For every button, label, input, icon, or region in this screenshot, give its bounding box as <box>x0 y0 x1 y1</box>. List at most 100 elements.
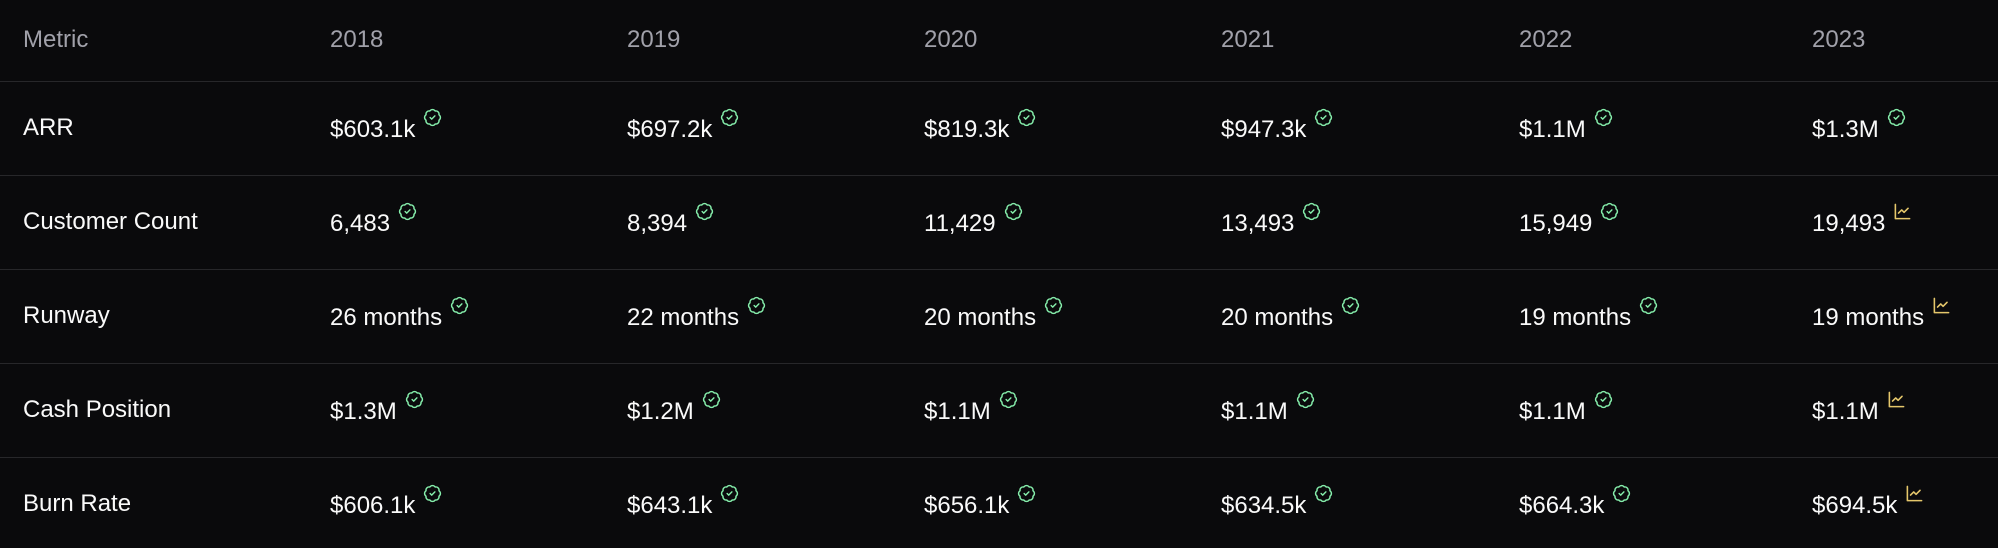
metric-cell: $819.3k <box>901 81 1198 175</box>
cell-value: $1.3M <box>330 398 397 425</box>
cell-value: 11,429 <box>924 210 996 237</box>
cell-content: 8,394 <box>627 202 714 238</box>
verified-check-icon <box>999 390 1018 409</box>
cell-content: $819.3k <box>924 108 1036 144</box>
cell-value: 6,483 <box>330 210 391 237</box>
verified-check-icon <box>747 296 766 315</box>
cell-value: $947.3k <box>1221 116 1307 143</box>
metric-cell: $1.1M <box>1496 363 1789 457</box>
metric-cell: 20 months <box>901 269 1198 363</box>
verified-check-icon <box>720 108 739 127</box>
verified-check-icon <box>1044 296 1063 315</box>
table-row[interactable]: Runway 26 months 22 months 20 months 20 mont… <box>0 269 1998 363</box>
cell-content: $1.1M <box>1519 390 1613 426</box>
cell-content: 20 months <box>1221 296 1360 332</box>
verified-check-icon <box>695 202 714 221</box>
metric-cell: $694.5k <box>1789 457 1998 548</box>
column-header-2022[interactable]: 2022 <box>1496 0 1789 82</box>
metric-label: Cash Position <box>23 396 172 423</box>
cell-content: $603.1k <box>330 108 442 144</box>
verified-check-icon <box>1600 202 1619 221</box>
cell-content: $1.1M <box>924 390 1018 426</box>
cell-value: $1.2M <box>627 398 694 425</box>
metric-cell: $1.3M <box>307 363 604 457</box>
verified-check-icon <box>423 484 442 503</box>
cell-value: $603.1k <box>330 116 416 143</box>
cell-value: $694.5k <box>1812 492 1898 520</box>
line-chart-icon <box>1905 484 1924 503</box>
metric-label: Runway <box>23 302 110 329</box>
verified-check-icon <box>1302 202 1321 221</box>
table-row[interactable]: Customer Count 6,483 8,394 11,429 13,493 15,9… <box>0 175 1998 269</box>
line-chart-icon <box>1893 202 1912 221</box>
cell-value: 19,493 <box>1812 210 1886 237</box>
verified-check-icon <box>1017 108 1036 127</box>
cell-content: $947.3k <box>1221 108 1333 144</box>
cell-value: $1.1M <box>1221 398 1288 425</box>
metric-cell: 22 months <box>604 269 901 363</box>
cell-content: $656.1k <box>924 485 1036 520</box>
metric-cell: 8,394 <box>604 175 901 269</box>
verified-check-icon <box>1341 296 1360 315</box>
column-header-2021[interactable]: 2021 <box>1198 0 1496 82</box>
column-header-2020[interactable]: 2020 <box>901 0 1198 82</box>
cell-value: $1.1M <box>1519 398 1586 425</box>
table-row[interactable]: Burn Rate $606.1k $643.1k $656.1k $634.5k $66… <box>0 457 1998 548</box>
metric-cell: $947.3k <box>1198 81 1496 175</box>
cell-value: 20 months <box>924 304 1037 331</box>
cell-content: $1.3M <box>1812 108 1906 144</box>
cell-content: $606.1k <box>330 485 442 520</box>
metric-cell: 20 months <box>1198 269 1496 363</box>
verified-check-icon <box>1612 484 1631 503</box>
table-row[interactable]: Cash Position $1.3M $1.2M $1.1M $1.1M $1.1M $1… <box>0 363 1998 457</box>
table-row[interactable]: ARR $603.1k $697.2k $819.3k $947.3k $1.1M $1.3… <box>0 81 1998 175</box>
cell-value: 22 months <box>627 304 740 331</box>
cell-value: $1.1M <box>924 398 991 425</box>
verified-check-icon <box>405 390 424 409</box>
verified-check-icon <box>1314 484 1333 503</box>
cell-content: 11,429 <box>924 202 1023 238</box>
cell-value: $819.3k <box>924 116 1010 143</box>
metric-label: Customer Count <box>23 208 198 235</box>
cell-value: 19 months <box>1519 304 1632 331</box>
column-header-metric[interactable]: Metric <box>0 0 307 82</box>
cell-content: 13,493 <box>1221 202 1321 238</box>
metric-cell: 19 months <box>1496 269 1789 363</box>
cell-content: 15,949 <box>1519 202 1619 238</box>
cell-value: $664.3k <box>1519 492 1605 520</box>
cell-content: $634.5k <box>1221 485 1333 520</box>
verified-check-icon <box>1017 484 1036 503</box>
metric-cell: $1.1M <box>1789 363 1998 457</box>
column-header-2018[interactable]: 2018 <box>307 0 604 82</box>
metric-cell: $603.1k <box>307 81 604 175</box>
cell-content: 20 months <box>924 296 1063 332</box>
verified-check-icon <box>1639 296 1658 315</box>
cell-content: 19,493 <box>1812 203 1912 238</box>
cell-value: $643.1k <box>627 492 713 520</box>
metric-label: ARR <box>23 114 74 141</box>
metric-cell: $664.3k <box>1496 457 1789 548</box>
cell-value: 20 months <box>1221 304 1334 331</box>
cell-content: 6,483 <box>330 202 417 238</box>
metric-cell: 26 months <box>307 269 604 363</box>
metric-cell: 19 months <box>1789 269 1998 363</box>
cell-value: 15,949 <box>1519 210 1593 237</box>
column-header-2023[interactable]: 2023 <box>1789 0 1998 82</box>
verified-check-icon <box>702 390 721 409</box>
metric-cell: 13,493 <box>1198 175 1496 269</box>
metric-cell: $1.1M <box>1496 81 1789 175</box>
metric-cell: $656.1k <box>901 457 1198 548</box>
metric-cell: $606.1k <box>307 457 604 548</box>
metric-cell: 19,493 <box>1789 175 1998 269</box>
metric-cell: 6,483 <box>307 175 604 269</box>
verified-check-icon <box>1314 108 1333 127</box>
verified-check-icon <box>1594 390 1613 409</box>
cell-content: $643.1k <box>627 485 739 520</box>
cell-value: 8,394 <box>627 210 688 237</box>
column-header-2019[interactable]: 2019 <box>604 0 901 82</box>
cell-content: $664.3k <box>1519 485 1631 520</box>
cell-content: 22 months <box>627 296 766 332</box>
verified-check-icon <box>398 202 417 221</box>
cell-content: 19 months <box>1812 297 1951 332</box>
cell-content: 19 months <box>1519 296 1658 332</box>
